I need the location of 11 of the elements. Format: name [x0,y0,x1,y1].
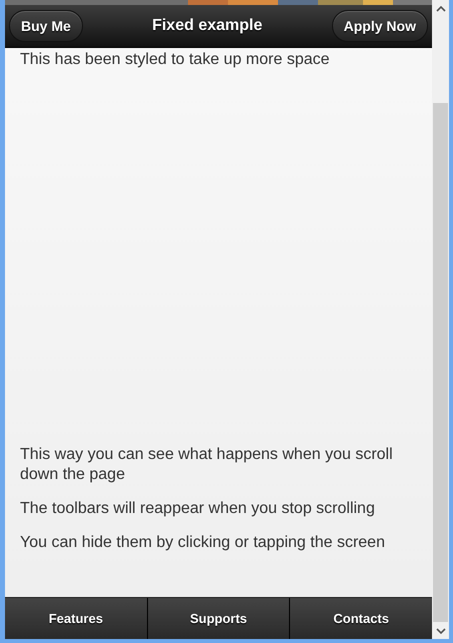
paragraph: This has been styled to take up more space [20,50,331,70]
buy-button[interactable]: Buy Me [9,10,83,42]
footer-tab[interactable]: Contacts [290,598,432,639]
apply-button[interactable]: Apply Now [332,10,428,42]
footer-tab[interactable]: Features [5,598,147,639]
footer-tab[interactable]: Supports [148,598,290,639]
paragraph: The toolbars will reappear when you stop scrolling [20,499,376,519]
page-title: Fixed example [152,17,262,35]
paragraph: This way you can see what happens when you scroll down the page [20,445,394,485]
scrollbar-thumb[interactable] [433,103,448,622]
paragraph: You can hide them by clicking or tapping the screen [20,533,386,553]
